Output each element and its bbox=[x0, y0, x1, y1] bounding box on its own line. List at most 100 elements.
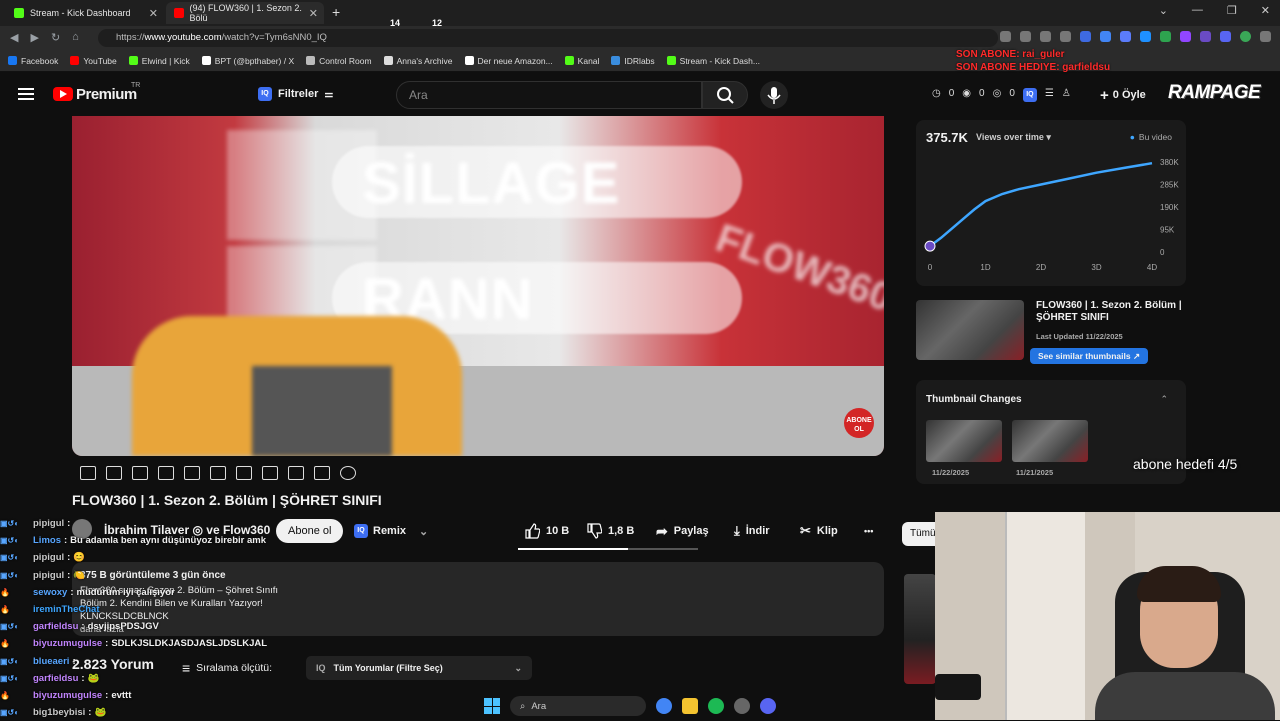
screen-icon[interactable] bbox=[184, 466, 200, 480]
home-icon[interactable]: ⌂ bbox=[72, 31, 79, 44]
views-over-time-dropdown[interactable]: Views over time ▾ bbox=[976, 132, 1051, 143]
new-tab-button[interactable]: + bbox=[332, 4, 340, 20]
windows-start-icon[interactable] bbox=[484, 698, 500, 714]
chrome-icon[interactable] bbox=[656, 698, 672, 714]
extension-icon[interactable] bbox=[1180, 31, 1191, 42]
thumbnail-image[interactable] bbox=[916, 300, 1024, 360]
close-icon[interactable]: ✕ bbox=[1261, 4, 1270, 17]
close-icon[interactable]: ✕ bbox=[149, 7, 158, 20]
taskbar-search[interactable]: ⌕ Ara bbox=[510, 696, 646, 716]
bookmark-item[interactable]: Control Room bbox=[306, 56, 372, 66]
loop-icon[interactable] bbox=[80, 466, 96, 480]
share-icon[interactable] bbox=[1040, 31, 1051, 42]
url-path: /watch?v=Tym6sNN0_IQ bbox=[221, 32, 327, 43]
steam-icon[interactable] bbox=[734, 698, 750, 714]
remix-button[interactable]: IQ Remix ⌄ bbox=[354, 519, 428, 543]
video-player[interactable]: SİLLAGE RANN FLOW360 ABONE OL bbox=[72, 116, 884, 456]
bookmark-item[interactable]: Der neue Amazon... bbox=[464, 56, 553, 66]
chevron-up-icon[interactable]: ⌃ bbox=[1160, 394, 1168, 405]
iq-extension-icon[interactable]: IQ bbox=[1022, 88, 1037, 102]
bookmark-item[interactable]: Anna's Archive bbox=[383, 56, 453, 66]
chevron-down-icon[interactable]: ⌄ bbox=[1159, 4, 1168, 17]
bookmark-icon[interactable] bbox=[1060, 31, 1071, 42]
frames-icon[interactable] bbox=[210, 466, 226, 480]
bookmark-item[interactable]: Facebook bbox=[8, 56, 58, 66]
chat-text: Bu adamla ben aynı düşünüyoz birebir amk bbox=[70, 535, 267, 547]
url-bar[interactable]: https://www.youtube.com/watch?v=Tym6sNN0… bbox=[98, 29, 998, 47]
thumbnail-version[interactable] bbox=[1012, 420, 1088, 462]
chevron-down-icon: ⌄ bbox=[419, 525, 429, 538]
spotify-icon[interactable] bbox=[708, 698, 724, 714]
avatar[interactable] bbox=[1240, 31, 1251, 42]
bookmark-item[interactable]: Elwind | Kick bbox=[128, 55, 190, 66]
zoom-icon[interactable] bbox=[1020, 31, 1031, 42]
premium-logo-text[interactable]: Premium bbox=[76, 86, 137, 103]
subscribe-watermark-button[interactable]: ABONE OL bbox=[844, 408, 874, 438]
pip-icon[interactable] bbox=[132, 466, 148, 480]
bookmark-label: Elwind | Kick bbox=[141, 55, 190, 66]
gear-icon[interactable] bbox=[340, 466, 356, 480]
award-icon[interactable]: ♙ bbox=[1062, 88, 1071, 102]
share-button[interactable]: ➦ Paylaş bbox=[656, 518, 709, 544]
audio-icon[interactable] bbox=[106, 466, 122, 480]
restore-icon[interactable]: ❐ bbox=[1227, 4, 1237, 17]
download-icon[interactable] bbox=[1000, 31, 1011, 42]
minimize-icon[interactable]: — bbox=[1192, 4, 1203, 17]
bookmark-item[interactable]: IDRlabs bbox=[611, 56, 655, 66]
extension-icon[interactable] bbox=[1100, 31, 1111, 42]
search-input[interactable]: Ara bbox=[396, 81, 702, 109]
hamburger-menu-icon[interactable] bbox=[18, 88, 34, 100]
search-button[interactable] bbox=[702, 81, 748, 109]
webcam-shirt bbox=[1095, 672, 1275, 720]
folder-icon[interactable] bbox=[682, 698, 698, 714]
chat-message: ▣↺◐ Limos: Bu adamla ben aynı düşünüyoz bi… bbox=[0, 532, 320, 549]
camera-icon[interactable] bbox=[288, 466, 304, 480]
tab-youtube-video[interactable]: (94) FLOW360 | 1. Sezon 2. Bölü ✕ bbox=[166, 2, 324, 24]
bookmark-item[interactable]: Stream - Kick Dash... bbox=[666, 56, 760, 66]
extension-icon[interactable] bbox=[1120, 31, 1131, 42]
puzzle-icon[interactable] bbox=[1140, 31, 1151, 42]
like-button[interactable]: 10 B bbox=[524, 518, 569, 544]
download-button[interactable]: ⤓ İndir bbox=[734, 518, 770, 544]
keyboard-icon[interactable] bbox=[314, 466, 330, 480]
menu-icon[interactable] bbox=[1260, 31, 1271, 42]
close-icon[interactable]: ✕ bbox=[309, 7, 318, 20]
chat-message: 🔥 biyuzumugulse: SDLKJSLDKJASDJASLJDSLKJAL bbox=[0, 635, 320, 652]
filters-button[interactable]: IQ Filtreler ⚌ bbox=[258, 83, 333, 105]
discord-icon[interactable] bbox=[760, 698, 776, 714]
clip-button[interactable]: ✂ Klip bbox=[800, 518, 838, 544]
thumbnail-version[interactable] bbox=[926, 420, 1002, 462]
film-icon[interactable] bbox=[158, 466, 174, 480]
list-icon[interactable]: ☰ bbox=[1045, 88, 1054, 102]
reload-icon[interactable]: ↻ bbox=[51, 31, 60, 44]
voice-search-button[interactable] bbox=[760, 81, 788, 109]
extension-icon[interactable] bbox=[1160, 31, 1171, 42]
extension-icon[interactable] bbox=[1200, 31, 1211, 42]
more-actions-button[interactable]: ••• bbox=[864, 518, 873, 544]
forward-icon[interactable]: ▶ bbox=[30, 31, 38, 44]
bookmark-item[interactable]: Kanal bbox=[564, 56, 599, 66]
bookmark-item[interactable]: BPT (@bpthaber) / X bbox=[201, 56, 294, 66]
back-icon[interactable]: ◀ bbox=[10, 31, 18, 44]
comment-filter-dropdown[interactable]: IQ Tüm Yorumlar (Filtre Seç) ⌄ bbox=[306, 656, 532, 680]
export-icon[interactable] bbox=[262, 466, 278, 480]
youtube-logo-icon[interactable] bbox=[53, 87, 73, 101]
tab-kick-dashboard[interactable]: Stream - Kick Dashboard ✕ bbox=[6, 2, 164, 24]
create-button[interactable]: + 0 Öyle bbox=[1100, 83, 1146, 107]
stream-alert-overlay: SON ABONE: rai_guler SON ABONE HEDIYE: g… bbox=[956, 48, 1110, 74]
chat-badges: ▣↺◐ bbox=[0, 673, 20, 683]
chat-text: : bbox=[81, 672, 85, 684]
speed-icon[interactable] bbox=[236, 466, 252, 480]
chat-username: pipigul bbox=[33, 552, 65, 564]
bookmark-item[interactable]: YouTube bbox=[70, 56, 117, 66]
see-similar-thumbnails-button[interactable]: See similar thumbnails ↗ bbox=[1030, 348, 1149, 364]
extension-icon[interactable] bbox=[1080, 31, 1091, 42]
chat-message: ▣↺◐ blueaeri: bbox=[0, 653, 320, 670]
chat-badges: ▣↺◐ bbox=[0, 656, 20, 666]
related-video-thumbnail[interactable] bbox=[904, 574, 936, 684]
chat-username: Limos bbox=[33, 535, 61, 547]
subscribe-watermark-line: OL bbox=[854, 426, 864, 433]
sidebar-icon[interactable] bbox=[1220, 31, 1231, 42]
like-count: 10 B bbox=[546, 525, 570, 537]
dislike-button[interactable]: 1,8 B bbox=[586, 518, 634, 544]
